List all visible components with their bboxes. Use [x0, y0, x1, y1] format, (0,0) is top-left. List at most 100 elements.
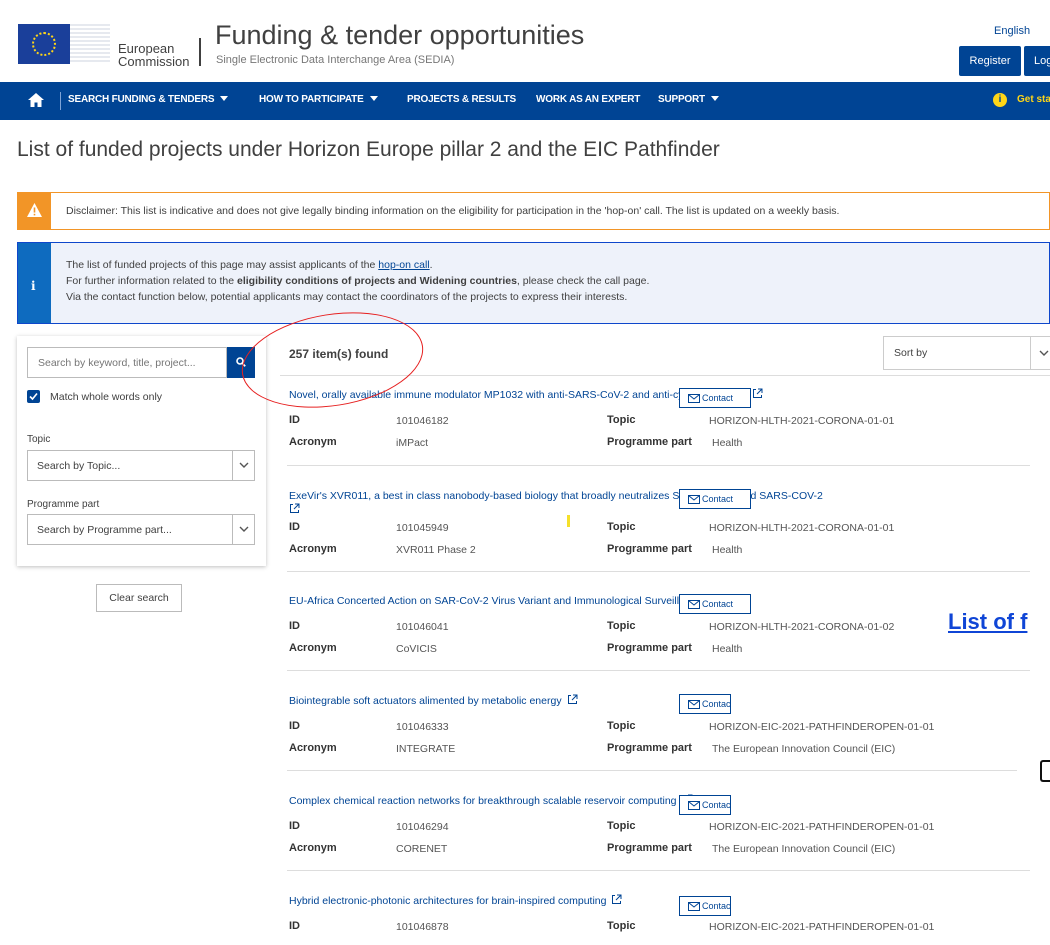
nav-how-to-participate[interactable]: HOW TO PARTICIPATE [259, 94, 378, 105]
home-icon[interactable] [28, 93, 44, 107]
id-value: 101046878 [396, 921, 449, 933]
contact-button[interactable]: Contact [679, 594, 751, 614]
sort-by-select[interactable]: Sort by [883, 336, 1050, 370]
search-button[interactable] [227, 347, 255, 378]
envelope-icon [688, 394, 700, 403]
external-link-icon [290, 503, 300, 513]
topic-field-label: Topic [607, 414, 636, 426]
nav-search-funding[interactable]: SEARCH FUNDING & TENDERS [68, 94, 229, 105]
hop-on-call-link[interactable]: hop-on call [378, 259, 429, 271]
site-title[interactable]: Funding & tender opportunities [215, 20, 584, 51]
overlay-blank-panel [1017, 690, 1050, 810]
row-divider [287, 770, 1030, 771]
contact-button[interactable]: Contact [679, 795, 731, 815]
id-label: ID [289, 920, 300, 932]
envelope-icon [688, 902, 700, 911]
highlight-marker [567, 515, 570, 527]
id-value: 101046294 [396, 821, 449, 833]
project-title-link[interactable]: Complex chemical reaction networks for b… [289, 794, 693, 807]
results-count: 257 item(s) found [289, 347, 389, 361]
contact-button[interactable]: Contact [679, 489, 751, 509]
get-started-link[interactable]: Get sta [1017, 94, 1050, 105]
contact-button[interactable]: Contact [679, 896, 731, 916]
topic-select-value: Search by Topic... [37, 460, 121, 472]
acronym-value: iMPact [396, 437, 429, 449]
chevron-down-icon [369, 96, 378, 101]
programme-field-label: Programme part [607, 436, 692, 448]
row-divider [287, 870, 1030, 871]
id-label: ID [289, 521, 300, 533]
info-line-1: The list of funded projects of this page… [66, 259, 433, 271]
filter-sidebar: Match whole words only Topic Search by T… [17, 336, 266, 566]
search-input[interactable] [27, 347, 227, 378]
project-title-link[interactable]: EU-Africa Concerted Action on SAR-CoV-2 … [289, 594, 718, 607]
topic-select-toggle[interactable] [232, 451, 254, 480]
topic-value: HORIZON-HLTH-2021-CORONA-01-01 [709, 415, 895, 427]
row-divider [287, 571, 1030, 572]
register-button[interactable]: Register [959, 46, 1021, 76]
sort-by-toggle[interactable] [1030, 337, 1050, 369]
checkmark-icon [29, 392, 38, 401]
nav-projects-results[interactable]: PROJECTS & RESULTS [407, 94, 516, 105]
page-title: List of funded projects under Horizon Eu… [17, 138, 720, 161]
acronym-label: Acronym [289, 543, 337, 555]
acronym-label: Acronym [289, 842, 337, 854]
acronym-label: Acronym [289, 436, 337, 448]
acronym-value: XVR011 Phase 2 [396, 544, 476, 556]
id-value: 101046041 [396, 621, 449, 633]
external-link-icon [612, 894, 622, 904]
id-value: 101046333 [396, 721, 449, 733]
project-title-link[interactable]: ExeVir's XVR011, a best in class nanobod… [289, 489, 869, 517]
site-subtitle: Single Electronic Data Interchange Area … [216, 54, 455, 66]
warning-bar [18, 193, 51, 229]
topic-field-label: Topic [607, 720, 636, 732]
programme-select-toggle[interactable] [232, 515, 254, 544]
topic-value: HORIZON-HLTH-2021-CORONA-01-02 [709, 621, 895, 633]
topic-value: HORIZON-EIC-2021-PATHFINDEROPEN-01-01 [709, 721, 935, 733]
project-title-link[interactable]: Biointegrable soft actuators alimented b… [289, 694, 578, 707]
language-selector[interactable]: English [994, 25, 1030, 37]
id-label: ID [289, 820, 300, 832]
id-label: ID [289, 414, 300, 426]
clear-search-button[interactable]: Clear search [96, 584, 182, 612]
chevron-down-icon [239, 526, 249, 532]
id-label: ID [289, 620, 300, 632]
info-icon: i [993, 93, 1007, 107]
login-button[interactable]: Log [1024, 46, 1050, 76]
external-link-icon [752, 388, 763, 398]
nav-support[interactable]: SUPPORT [658, 94, 719, 105]
search-icon [236, 357, 246, 367]
main-navigation: SEARCH FUNDING & TENDERS HOW TO PARTICIP… [0, 82, 1050, 120]
acronym-value: CoVICIS [396, 643, 437, 655]
topic-field-label: Topic [607, 820, 636, 832]
org-name: European Commission [118, 42, 190, 68]
overlay-link-text[interactable]: List of f [948, 609, 1027, 635]
acronym-label: Acronym [289, 742, 337, 754]
match-whole-words-label[interactable]: Match whole words only [50, 391, 162, 403]
contact-button[interactable]: Contact [679, 388, 751, 408]
programme-field-label: Programme part [607, 642, 692, 654]
nav-separator [60, 92, 61, 110]
row-divider [287, 465, 1030, 466]
eu-flag-logo[interactable] [18, 24, 70, 64]
programme-value: The European Innovation Council (EIC) [712, 743, 896, 755]
envelope-icon [688, 801, 700, 810]
programme-select[interactable]: Search by Programme part... [27, 514, 255, 545]
site-header: European Commission Funding & tender opp… [0, 0, 1050, 80]
topic-value: HORIZON-EIC-2021-PATHFINDEROPEN-01-01 [709, 921, 935, 933]
programme-value: Health [712, 544, 743, 556]
match-whole-words-checkbox[interactable] [27, 390, 40, 403]
org-line-2: Commission [118, 54, 190, 69]
warning-icon [27, 203, 42, 217]
chevron-down-icon [1039, 350, 1049, 356]
acronym-value: CORENET [396, 843, 448, 855]
nav-work-as-expert[interactable]: WORK AS AN EXPERT [536, 94, 640, 105]
topic-select[interactable]: Search by Topic... [27, 450, 255, 481]
disclaimer-alert: Disclaimer: This list is indicative and … [17, 192, 1050, 230]
eu-stars-icon [32, 32, 56, 56]
project-title-link[interactable]: Hybrid electronic-photonic architectures… [289, 894, 622, 907]
programme-field-label: Programme part [607, 842, 692, 854]
id-value: 101046182 [396, 415, 449, 427]
chevron-down-icon [710, 96, 719, 101]
contact-button[interactable]: Contact [679, 694, 731, 714]
